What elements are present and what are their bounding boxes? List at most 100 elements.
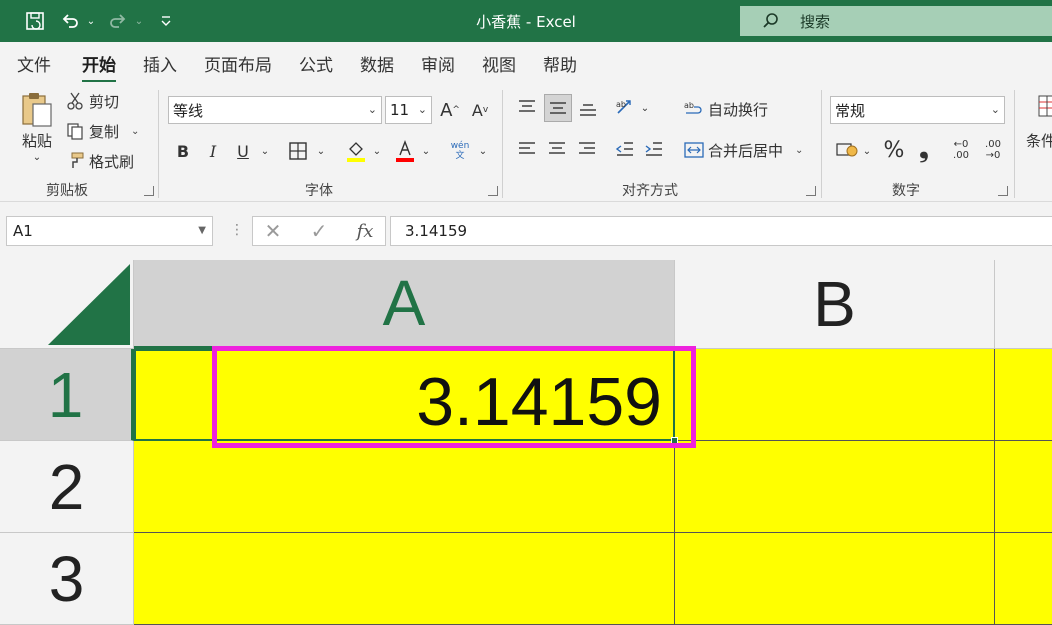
conditional-format-label[interactable]: 条件 <box>1026 130 1052 150</box>
alignment-launcher-icon[interactable] <box>806 186 816 196</box>
underline-dropdown-icon[interactable]: ⌄ <box>258 140 272 162</box>
format-painter-label: 格式刷 <box>89 152 135 171</box>
tab-home[interactable]: 开始 <box>82 51 116 83</box>
format-painter-button[interactable]: 格式刷 <box>66 150 134 172</box>
cell-a2[interactable] <box>134 441 675 533</box>
customize-quick-access-icon[interactable] <box>156 9 176 33</box>
orientation-dropdown-icon[interactable]: ⌄ <box>638 98 652 118</box>
redo-icon <box>106 9 130 33</box>
increase-indent-icon[interactable] <box>641 136 667 162</box>
underline-button[interactable]: U <box>232 138 254 164</box>
formula-bar-splitter-icon[interactable]: ⋮ <box>230 222 244 238</box>
formula-input[interactable]: 3.14159 <box>390 216 1052 246</box>
tab-view[interactable]: 视图 <box>482 51 516 76</box>
align-top-icon[interactable] <box>514 94 540 120</box>
fill-color-dropdown-icon[interactable]: ⌄ <box>370 140 384 162</box>
phonetic-dropdown-icon[interactable]: ⌄ <box>476 140 490 162</box>
cell-b3[interactable] <box>675 533 995 625</box>
cell-c2[interactable] <box>995 441 1052 533</box>
align-right-icon[interactable] <box>574 136 600 162</box>
accounting-format-icon[interactable] <box>834 137 860 163</box>
row-header-1[interactable]: 1 <box>0 349 134 441</box>
text-orientation-icon[interactable]: ab <box>612 94 638 120</box>
conditional-format-icon[interactable] <box>1036 92 1052 120</box>
tab-review[interactable]: 审阅 <box>421 51 455 76</box>
borders-icon[interactable] <box>285 138 311 164</box>
cell-a3[interactable] <box>134 533 675 625</box>
merge-dropdown-icon[interactable]: ⌄ <box>795 145 803 156</box>
tab-insert[interactable]: 插入 <box>143 51 177 76</box>
tab-file[interactable]: 文件 <box>17 51 51 76</box>
autosave-icon[interactable] <box>22 9 48 33</box>
clipboard-launcher-icon[interactable] <box>144 186 154 196</box>
search-box[interactable]: 搜索 <box>740 6 1052 36</box>
tab-data[interactable]: 数据 <box>360 51 394 76</box>
cell-a1[interactable]: 3.14159 <box>134 349 675 441</box>
align-center-icon[interactable] <box>544 136 570 162</box>
name-box[interactable]: A1 ▼ <box>6 216 213 246</box>
paste-icon[interactable] <box>14 88 60 132</box>
clipboard-group-label: 剪贴板 <box>46 183 88 199</box>
cell-a1-value: 3.14159 <box>416 364 662 440</box>
tab-help[interactable]: 帮助 <box>543 51 577 76</box>
wrap-text-button[interactable]: ab 自动换行 <box>684 96 768 122</box>
cell-c1[interactable] <box>995 349 1052 441</box>
phonetic-guide-icon[interactable]: wén 文 <box>446 136 474 166</box>
font-name-dropdown[interactable]: 等线 ⌄ <box>168 96 382 124</box>
fill-handle[interactable] <box>671 437 678 444</box>
cell-b2[interactable] <box>675 441 995 533</box>
align-left-icon[interactable] <box>514 136 540 162</box>
search-icon <box>763 13 778 28</box>
bold-button[interactable]: B <box>172 138 194 164</box>
column-header-c[interactable] <box>995 260 1052 349</box>
number-launcher-icon[interactable] <box>998 186 1008 196</box>
select-all-button[interactable] <box>0 260 134 349</box>
name-box-value: A1 <box>13 222 33 240</box>
undo-dropdown-icon[interactable]: ⌄ <box>84 9 98 33</box>
fill-color-icon[interactable] <box>343 136 369 166</box>
copy-button[interactable]: 复制 ⌄ <box>66 120 139 142</box>
chevron-down-icon: ⌄ <box>417 103 427 116</box>
percent-style-button[interactable]: % <box>882 136 906 164</box>
align-middle-icon[interactable] <box>544 94 572 122</box>
accounting-dropdown-icon[interactable]: ⌄ <box>860 140 874 162</box>
borders-dropdown-icon[interactable]: ⌄ <box>314 140 328 162</box>
cell-b1[interactable] <box>675 349 995 441</box>
cancel-icon[interactable]: ✕ <box>258 218 288 244</box>
insert-function-icon[interactable]: fx <box>350 218 380 244</box>
number-format-dropdown[interactable]: 常规 ⌄ <box>830 96 1005 124</box>
decrease-font-size-icon[interactable]: Av <box>468 96 492 124</box>
worksheet-grid: A B 1 2 3 3.14159 <box>0 260 1052 625</box>
column-header-b[interactable]: B <box>675 260 995 349</box>
comma-style-button[interactable]: ❟ <box>912 134 936 164</box>
svg-text:ab: ab <box>684 101 694 110</box>
font-launcher-icon[interactable] <box>488 186 498 196</box>
font-size-dropdown[interactable]: 11 ⌄ <box>385 96 432 124</box>
column-header-a[interactable]: A <box>134 260 675 349</box>
copy-icon <box>67 123 83 140</box>
paste-button[interactable]: 粘贴 <box>14 130 60 150</box>
cut-button[interactable]: 剪切 <box>66 90 119 112</box>
decrease-indent-icon[interactable] <box>612 136 638 162</box>
align-bottom-icon[interactable] <box>575 96 601 122</box>
redo-dropdown-icon: ⌄ <box>134 15 144 27</box>
row-header-2[interactable]: 2 <box>0 441 134 533</box>
copy-dropdown-icon[interactable]: ⌄ <box>131 126 139 137</box>
enter-icon[interactable]: ✓ <box>304 218 334 244</box>
tab-formulas[interactable]: 公式 <box>299 51 333 76</box>
search-label: 搜索 <box>800 12 831 31</box>
merge-center-button[interactable]: 合并后居中 ⌄ <box>684 137 803 163</box>
tab-page-layout[interactable]: 页面布局 <box>204 51 272 76</box>
increase-font-size-icon[interactable]: A ^ <box>438 96 462 124</box>
undo-icon[interactable] <box>58 9 82 33</box>
font-color-dropdown-icon[interactable]: ⌄ <box>419 140 433 162</box>
font-color-icon[interactable] <box>392 136 418 166</box>
row-header-3[interactable]: 3 <box>0 533 134 625</box>
paste-dropdown-icon[interactable]: ⌄ <box>28 150 46 164</box>
cut-label: 剪切 <box>89 92 120 111</box>
select-all-triangle-icon <box>48 264 130 345</box>
decrease-decimal-button[interactable]: .00 →0 <box>978 136 1008 164</box>
italic-button[interactable]: I <box>202 138 224 164</box>
increase-decimal-button[interactable]: ←0 .00 <box>946 136 976 164</box>
cell-c3[interactable] <box>995 533 1052 625</box>
